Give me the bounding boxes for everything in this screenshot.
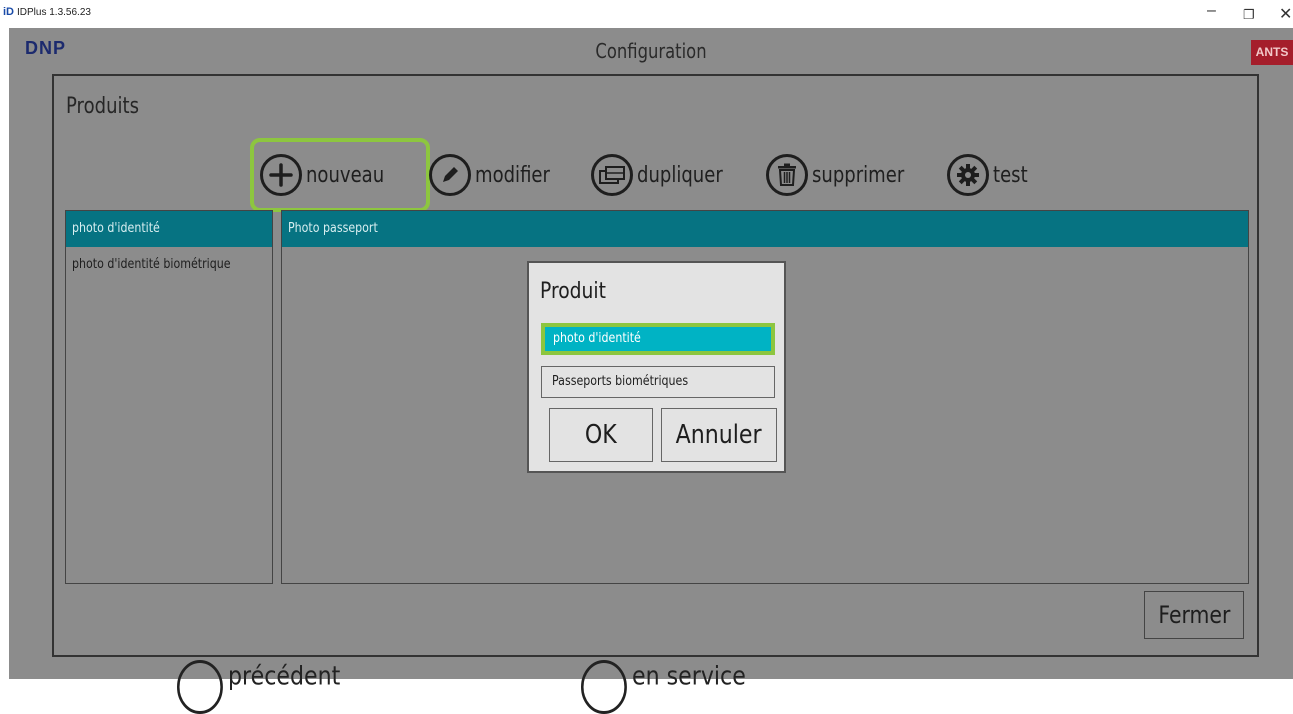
product-dialog: Produit photo d'identité Passeports biom… bbox=[527, 261, 786, 473]
list-item[interactable]: photo d'identité bbox=[66, 211, 272, 247]
restore-button[interactable]: ❐ bbox=[1243, 7, 1255, 23]
close-button[interactable]: Fermer bbox=[1144, 591, 1244, 639]
delete-label: supprimer bbox=[812, 162, 905, 188]
trash-icon bbox=[766, 154, 808, 196]
product-category-list: photo d'identité photo d'identité biomét… bbox=[65, 210, 273, 584]
new-button[interactable]: nouveau bbox=[250, 138, 430, 212]
delete-button[interactable]: supprimer bbox=[766, 138, 925, 212]
brand-logo: DNP bbox=[25, 38, 67, 58]
previous-button[interactable]: précédent bbox=[177, 650, 341, 714]
test-button[interactable]: test bbox=[947, 138, 1035, 212]
ants-badge[interactable]: ANTS bbox=[1251, 40, 1293, 65]
new-label: nouveau bbox=[306, 162, 385, 188]
gear-icon bbox=[947, 154, 989, 196]
test-label: test bbox=[993, 162, 1028, 188]
plus-icon bbox=[260, 154, 302, 196]
in-service-label: en service bbox=[632, 661, 746, 692]
app-logo-icon: iD bbox=[3, 6, 14, 18]
list-item[interactable]: photo d'identité biométrique bbox=[66, 247, 272, 283]
edit-label: modifier bbox=[475, 162, 550, 188]
duplicate-button[interactable]: dupliquer bbox=[591, 138, 742, 212]
list-item[interactable]: Photo passeport bbox=[282, 211, 1248, 247]
minimize-button[interactable]: – bbox=[1207, 2, 1216, 20]
cancel-button[interactable]: Annuler bbox=[661, 408, 777, 462]
dialog-option-selected[interactable]: photo d'identité bbox=[541, 323, 775, 355]
duplicate-icon bbox=[591, 154, 633, 196]
play-icon bbox=[581, 660, 627, 714]
window-titlebar: iD IDPlus 1.3.56.23 – ❐ ✕ bbox=[0, 0, 1293, 28]
pencil-icon bbox=[429, 154, 471, 196]
window-title: IDPlus 1.3.56.23 bbox=[17, 7, 91, 18]
duplicate-label: dupliquer bbox=[637, 162, 723, 188]
ok-button[interactable]: OK bbox=[549, 408, 653, 462]
app-title: Configuration bbox=[595, 39, 707, 63]
dialog-option[interactable]: Passeports biométriques bbox=[541, 366, 775, 398]
previous-label: précédent bbox=[228, 661, 341, 692]
close-window-button[interactable]: ✕ bbox=[1279, 4, 1292, 24]
edit-button[interactable]: modifier bbox=[429, 138, 566, 212]
in-service-button[interactable]: en service bbox=[581, 650, 746, 714]
panel-title: Produits bbox=[66, 94, 139, 119]
dialog-title: Produit bbox=[540, 279, 606, 304]
arrow-left-icon bbox=[177, 660, 223, 714]
